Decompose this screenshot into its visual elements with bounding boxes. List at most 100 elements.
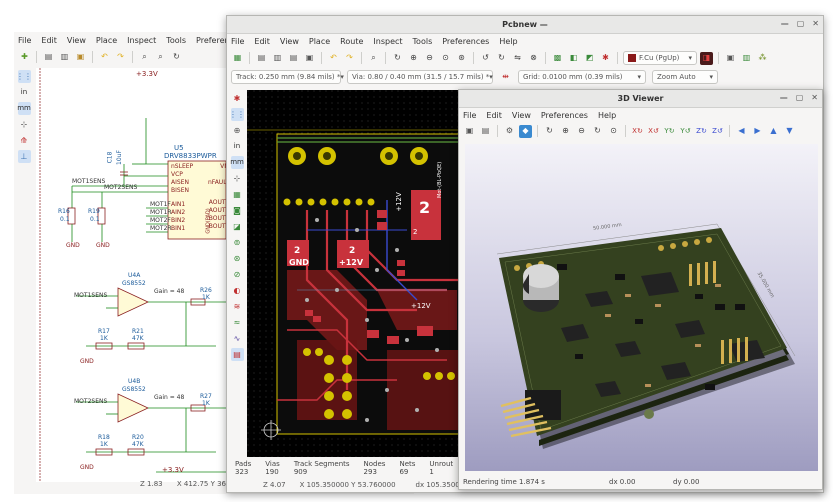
delete-icon[interactable]: ⊗ [527, 52, 540, 65]
wire-angle-icon[interactable]: ⊥ [17, 150, 31, 163]
raytracing-icon[interactable]: ◆ [519, 124, 532, 138]
schematic-canvas[interactable]: +3.3V C18 10uF U5 DRV8833PWPR nSLEEP VCP… [36, 68, 236, 482]
drc-icon[interactable]: ◧ [567, 52, 580, 65]
zoom-select[interactable]: Zoom Auto ▾ [652, 70, 718, 84]
viewer3d-menu-help[interactable]: Help [598, 111, 616, 120]
plot-icon[interactable]: ▣ [303, 52, 316, 65]
hidden-pins-icon[interactable]: ⟰ [18, 134, 31, 147]
plugin-icon[interactable]: ⁂ [756, 52, 769, 65]
layer-pair-icon[interactable]: ◨ [700, 51, 713, 65]
refresh-icon[interactable]: ↻ [543, 125, 556, 138]
pcbnew-menu-route[interactable]: Route [340, 37, 363, 46]
microwave-icon[interactable]: ≈ [231, 316, 244, 329]
bug-icon[interactable]: ✱ [599, 52, 612, 65]
rotate-y-cw-icon[interactable]: Y↻ [663, 125, 676, 138]
redo-icon[interactable]: ↷ [114, 51, 127, 64]
viewer3d-canvas[interactable]: 50.000 mm 35.000 mm [465, 144, 818, 471]
rotate-z-ccw-icon[interactable]: Z↺ [711, 125, 724, 138]
viewer3d-menu-file[interactable]: File [463, 111, 476, 120]
viewer3d-menu-preferences[interactable]: Preferences [541, 111, 588, 120]
rotate-y-ccw-icon[interactable]: Y↺ [679, 125, 692, 138]
ratsnest-icon[interactable]: ▦ [231, 188, 244, 201]
auto-track-width-icon[interactable]: ⇹ [499, 71, 512, 84]
viewer3d-menu-view[interactable]: View [512, 111, 531, 120]
track-width-select[interactable]: Track: 0.250 mm (9.84 mils) * ▾ [231, 70, 344, 84]
eeschema-menu-place[interactable]: Place [96, 36, 117, 45]
maximize-icon[interactable]: ▢ [797, 19, 805, 28]
rotate-cw-icon[interactable]: ↻ [495, 52, 508, 65]
page-settings-icon[interactable]: ▥ [271, 52, 284, 65]
curved-ratsnest-icon[interactable]: ∿ [231, 332, 244, 345]
eeschema-menu-view[interactable]: View [67, 36, 86, 45]
grid-toggle-icon[interactable]: ⋮⋮ [16, 70, 32, 83]
copy-image-icon[interactable]: ▤ [479, 125, 492, 138]
maximize-icon[interactable]: ▢ [796, 93, 804, 102]
viewer3d-menu-edit[interactable]: Edit [486, 111, 502, 120]
refresh-icon[interactable]: ↻ [170, 51, 183, 64]
zoom-fit-icon[interactable]: ⊙ [439, 52, 452, 65]
settings-icon[interactable]: ⚙ [503, 125, 516, 138]
units-inch-icon[interactable]: in [231, 140, 244, 153]
pcbnew-menu-preferences[interactable]: Preferences [442, 37, 489, 46]
eeschema-menu-tools[interactable]: Tools [166, 36, 186, 45]
rotate-ccw-icon[interactable]: ↺ [479, 52, 492, 65]
high-contrast-icon[interactable]: ◐ [231, 284, 244, 297]
pcbnew-menu-edit[interactable]: Edit [254, 37, 270, 46]
flip-icon[interactable]: ⇋ [511, 52, 524, 65]
move-down-icon[interactable]: ▼ [783, 125, 796, 138]
new-schematic-icon[interactable]: ✚ [18, 51, 31, 64]
refresh-icon[interactable]: ↻ [391, 52, 404, 65]
appearance-icon[interactable]: ▤ [230, 348, 244, 361]
print-icon[interactable]: ▥ [58, 51, 71, 64]
scripting-icon[interactable]: ▣ [724, 52, 737, 65]
rotate-x-ccw-icon[interactable]: X↺ [647, 125, 660, 138]
layers-manager-icon[interactable]: ≋ [231, 300, 244, 313]
find-icon[interactable]: ⌕ [367, 52, 380, 65]
pcbnew-menu-help[interactable]: Help [499, 37, 517, 46]
zone-outline-icon[interactable]: ◪ [231, 220, 244, 233]
redraw-icon[interactable]: ↻ [591, 125, 604, 138]
cursor-shape-icon[interactable]: ⊹ [231, 172, 244, 185]
eeschema-menu-file[interactable]: File [18, 36, 31, 45]
grid-toggle-icon[interactable]: ⋮⋮ [229, 108, 245, 121]
paste-icon[interactable]: ▣ [74, 51, 87, 64]
pcbnew-menu-inspect[interactable]: Inspect [373, 37, 402, 46]
print-icon[interactable]: ▤ [287, 52, 300, 65]
undo-icon[interactable]: ↶ [327, 52, 340, 65]
save-icon[interactable]: ▤ [255, 52, 268, 65]
polar-coords-icon[interactable]: ⊕ [231, 124, 244, 137]
3d-viewer-icon[interactable]: ▥ [740, 52, 753, 65]
units-inch-icon[interactable]: in [18, 86, 31, 99]
zoom-in-icon[interactable]: ⊕ [407, 52, 420, 65]
zoom-out-icon[interactable]: ⊖ [575, 125, 588, 138]
save-image-icon[interactable]: ▣ [463, 125, 476, 138]
close-icon[interactable]: ✕ [812, 19, 819, 28]
pad-sketch-icon[interactable]: ⊚ [231, 236, 244, 249]
find-icon[interactable]: ⌕ [138, 51, 151, 64]
zoom-fit-icon[interactable]: ⊙ [607, 125, 620, 138]
pcb-canvas[interactable]: GND 2 +12V 2 2 +12V 2 +12V Mot-(BL-PbQE) [247, 90, 461, 457]
units-mm-icon[interactable]: mm [230, 156, 244, 169]
zoom-out-icon[interactable]: ⊖ [423, 52, 436, 65]
zoom-selection-icon[interactable]: ⊛ [455, 52, 468, 65]
pcbnew-menu-place[interactable]: Place [309, 37, 330, 46]
grid-select[interactable]: Grid: 0.0100 mm (0.39 mils) ▾ [518, 70, 646, 84]
redo-icon[interactable]: ↷ [343, 52, 356, 65]
board-setup-icon[interactable]: ▦ [231, 52, 244, 65]
rotate-z-cw-icon[interactable]: Z↻ [695, 125, 708, 138]
move-up-icon[interactable]: ▲ [767, 125, 780, 138]
netlist-icon[interactable]: ▩ [551, 52, 564, 65]
pcbnew-menu-view[interactable]: View [280, 37, 299, 46]
cursor-shape-icon[interactable]: ⊹ [18, 118, 31, 131]
eeschema-menu-edit[interactable]: Edit [41, 36, 57, 45]
find-replace-icon[interactable]: ⌕ [154, 51, 167, 64]
via-size-select[interactable]: Via: 0.80 / 0.40 mm (31.5 / 15.7 mils) *… [347, 70, 493, 84]
minimize-icon[interactable]: — [780, 93, 788, 102]
pcbnew-menu-tools[interactable]: Tools [413, 37, 433, 46]
undo-icon[interactable]: ↶ [98, 51, 111, 64]
minimize-icon[interactable]: — [781, 19, 789, 28]
footprint-editor-icon[interactable]: ◩ [583, 52, 596, 65]
zone-fill-icon[interactable]: ◙ [231, 204, 244, 217]
via-sketch-icon[interactable]: ⊛ [231, 252, 244, 265]
eeschema-menu-inspect[interactable]: Inspect [127, 36, 156, 45]
